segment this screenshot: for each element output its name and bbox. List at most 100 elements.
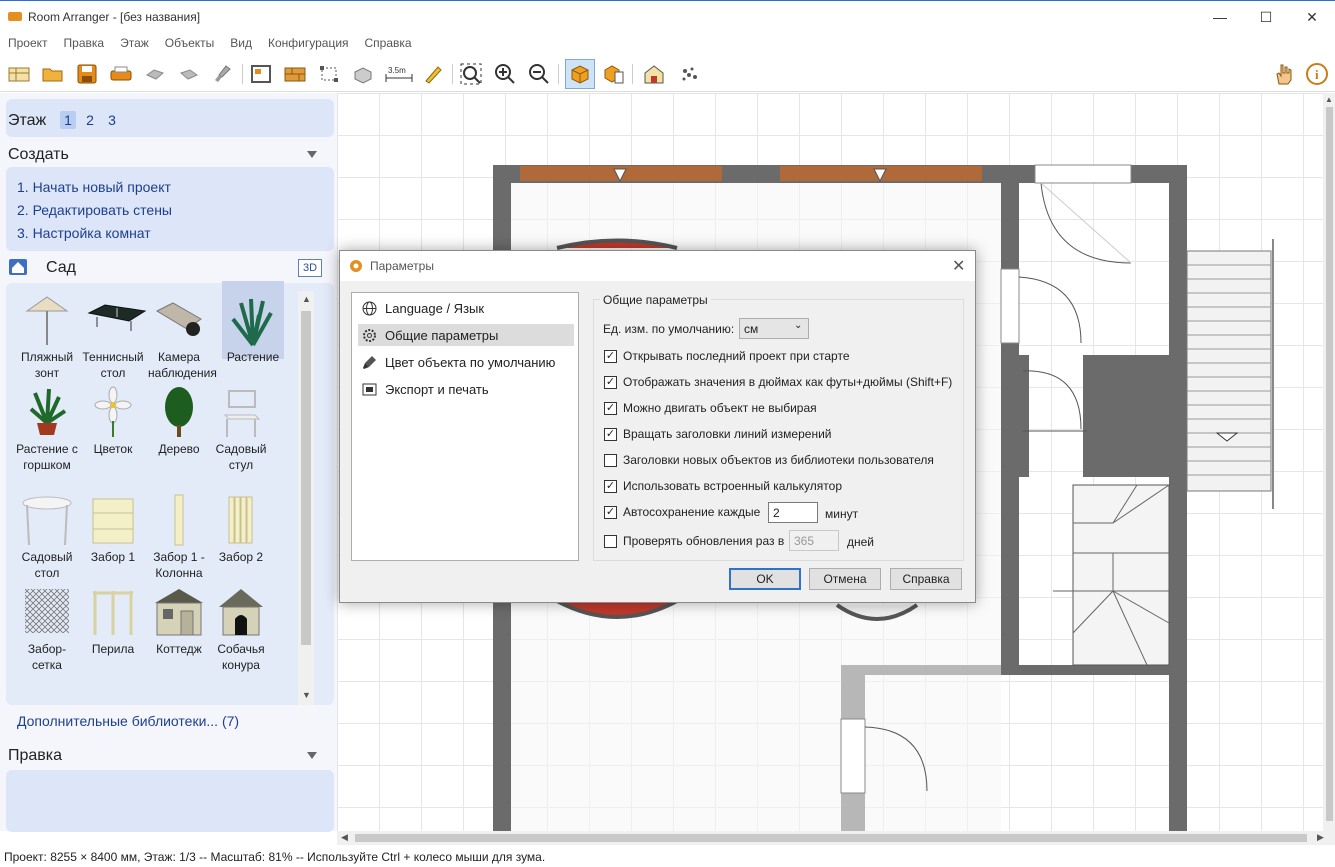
edit-heading[interactable]: Правка [8,747,62,765]
redo-icon[interactable] [176,61,202,87]
print-icon[interactable] [108,61,134,87]
house-3d-icon[interactable] [641,61,667,87]
vertical-scrollbar[interactable]: ▲ [1323,93,1335,831]
library-item[interactable]: Пляжный зонт [16,293,78,381]
floor-1[interactable]: 1 [60,111,76,129]
chevron-down-icon: ⌄ [794,320,803,331]
svg-text:3.5m: 3.5m [388,66,406,75]
select-icon[interactable] [316,61,342,87]
library-scrollbar[interactable]: ▲ ▼ [298,291,314,705]
zoom-out-icon[interactable] [526,61,552,87]
library-item[interactable]: Перила [82,585,144,657]
floor-label: Этаж [8,112,47,129]
render-icon[interactable] [676,61,702,87]
wall-icon[interactable] [282,61,308,87]
maximize-button[interactable]: ☐ [1243,1,1289,33]
ok-button[interactable]: OK [729,568,801,590]
unit-select[interactable]: см ⌄ [739,318,809,339]
option-check-updates[interactable]: Проверять обновления раз в [604,534,784,548]
checkbox-autosave[interactable]: ✓ [604,505,617,519]
dialog-close-icon[interactable]: ✕ [952,256,965,276]
collapse-create-icon[interactable] [307,151,317,158]
horizontal-scrollbar[interactable]: ◀ ▶ [337,831,1335,845]
dialog-title-bar: Параметры ✕ [340,251,975,281]
library-item[interactable]: Садовый стол [16,493,78,581]
library-item[interactable]: Дерево [148,385,210,457]
nav-export-print[interactable]: Экспорт и печать [358,378,574,400]
library-item[interactable]: Садовый стул [210,385,272,473]
checkbox-move-unselected[interactable]: ✓ [604,401,617,415]
library-item[interactable]: Забор-сетка [16,585,78,673]
menu-edit[interactable]: Правка [56,33,113,55]
close-button[interactable]: ✕ [1289,1,1335,33]
menu-project[interactable]: Проект [0,33,56,55]
checkbox-check-updates[interactable] [604,534,617,548]
create-link-edit-walls[interactable]: 2. Редактировать стены [17,202,172,218]
3d-view-2-icon[interactable] [600,61,626,87]
checkbox-calculator[interactable]: ✓ [604,479,617,493]
checkbox-rotate-labels[interactable]: ✓ [604,427,617,441]
option-calculator[interactable]: ✓ Использовать встроенный калькулятор [604,479,842,493]
option-move-unselected[interactable]: ✓ Можно двигать объект не выбирая [604,401,817,415]
option-open-last[interactable]: ✓ Открывать последний проект при старте [604,349,850,363]
save-icon[interactable] [74,61,100,87]
library-item[interactable]: Коттедж [148,585,210,657]
hand-icon[interactable] [1270,61,1296,87]
minimize-button[interactable]: — [1197,1,1243,33]
menu-floor[interactable]: Этаж [112,33,157,55]
pencil-icon[interactable] [420,61,446,87]
undo-icon[interactable] [142,61,168,87]
create-link-new-project[interactable]: 1. Начать новый проект [17,179,171,195]
floor-3[interactable]: 3 [104,111,120,129]
create-link-rooms[interactable]: 3. Настройка комнат [17,225,151,241]
checkbox-user-library-titles[interactable] [604,453,617,467]
library-item[interactable]: Растение с горшком [16,385,78,473]
checkbox-inches[interactable]: ✓ [604,375,617,389]
room-icon[interactable] [248,61,274,87]
menu-config[interactable]: Конфигурация [260,33,357,55]
horizontal-scroll-thumb[interactable] [355,834,1307,842]
library-house-icon [9,259,27,275]
library-3d-toggle[interactable]: 3D [298,259,322,277]
3d-object-icon[interactable] [350,61,376,87]
zoom-in-icon[interactable] [492,61,518,87]
open-icon[interactable] [40,61,66,87]
vertical-scroll-thumb[interactable] [1326,107,1333,821]
help-button[interactable]: Справка [890,568,962,590]
nav-general[interactable]: Общие параметры [358,324,574,346]
collapse-edit-icon[interactable] [307,752,317,759]
library-item[interactable]: Забор 1 [82,493,144,565]
library-item[interactable]: Растение [222,281,284,364]
zoom-fit-icon[interactable] [458,61,484,87]
option-inches[interactable]: ✓ Отображать значения в дюймах как футы+д… [604,375,952,389]
option-autosave[interactable]: ✓ Автосохранение каждые [604,505,760,519]
autosave-input[interactable]: 2 [768,502,818,523]
updates-input[interactable]: 365 [789,530,839,551]
library-item[interactable]: Цветок [82,385,144,457]
menu-view[interactable]: Вид [222,33,260,55]
more-libraries-link[interactable]: Дополнительные библиотеки... (7) [17,713,239,729]
cancel-button[interactable]: Отмена [809,568,881,590]
library-item[interactable]: Собачья конура [210,585,272,673]
menu-help[interactable]: Справка [357,33,420,55]
library-item[interactable]: Теннисный стол [82,293,147,381]
floor-2[interactable]: 2 [82,111,98,129]
3d-view-icon[interactable] [565,59,595,89]
library-item[interactable]: Забор 1 - Колонна [148,493,210,581]
library-name[interactable]: Сад [46,259,76,277]
measure-icon[interactable]: 3.5m [384,61,414,87]
library-item[interactable]: Забор 2 [210,493,272,565]
menu-objects[interactable]: Объекты [157,33,223,55]
create-heading[interactable]: Создать [8,146,69,164]
brush-icon[interactable] [210,61,236,87]
option-user-library-titles[interactable]: Заголовки новых объектов из библиотеки п… [604,453,934,467]
globe-icon [362,301,377,315]
nav-default-color[interactable]: Цвет объекта по умолчанию [358,351,574,373]
library-scroll-thumb[interactable] [301,311,311,645]
nav-language[interactable]: Language / Язык [358,297,574,319]
info-icon[interactable]: i [1304,61,1330,87]
option-rotate-labels[interactable]: ✓ Вращать заголовки линий измерений [604,427,831,441]
checkbox-open-last[interactable]: ✓ [604,349,617,363]
new-project-icon[interactable] [6,61,32,87]
library-item[interactable]: Камера наблюдения [148,293,217,381]
